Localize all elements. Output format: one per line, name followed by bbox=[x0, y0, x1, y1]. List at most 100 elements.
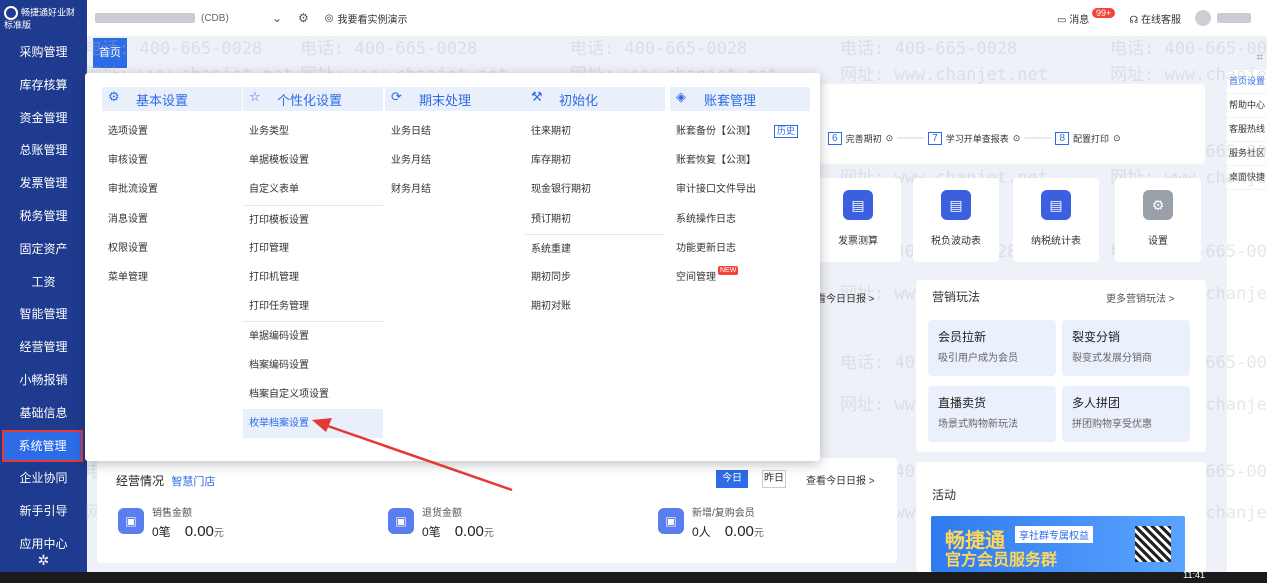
menu-item[interactable]: 财务月结 bbox=[385, 175, 525, 204]
tax-stats-icon: ▤ bbox=[1041, 190, 1071, 220]
marketing-card[interactable]: 会员拉新 吸引用户成为会员 bbox=[928, 320, 1056, 376]
menu-item[interactable]: 空间管理NEW bbox=[670, 263, 810, 292]
menu-item[interactable]: 权限设置 bbox=[102, 234, 242, 263]
metric-value: 0笔 0.00元 bbox=[152, 523, 224, 540]
expand-icon[interactable]: ⌗ bbox=[1256, 50, 1263, 65]
menu-item[interactable]: 现金银行期初 bbox=[525, 175, 665, 204]
sidebar-item[interactable]: 发票管理 bbox=[0, 167, 87, 200]
menu-item[interactable]: 审计接口文件导出 bbox=[670, 175, 810, 204]
demo-link[interactable]: ◎ 我要看实例演示 bbox=[325, 11, 408, 26]
os-taskbar: 11:41 bbox=[0, 570, 1267, 583]
chevron-down-icon[interactable]: ⌄ bbox=[272, 11, 282, 25]
step-label[interactable]: 完善期初 bbox=[846, 132, 882, 145]
smart-store-link[interactable]: 智慧门店 bbox=[171, 476, 215, 488]
sidebar-item[interactable]: 企业协同 bbox=[0, 462, 87, 495]
marketing-card[interactable]: 裂变分销 裂变式发展分销商 bbox=[1062, 320, 1190, 376]
today-button[interactable]: 今日 bbox=[716, 470, 748, 488]
yesterday-button[interactable]: 昨日 bbox=[762, 470, 786, 488]
menu-item[interactable]: 档案编码设置 bbox=[243, 351, 383, 380]
step-label[interactable]: 配置打印 bbox=[1073, 132, 1109, 145]
sidebar-item[interactable]: 工资 bbox=[0, 266, 87, 299]
menu-item[interactable]: 自定义表单 bbox=[243, 175, 383, 204]
business-daily-report-link[interactable]: 查看今日日报 > bbox=[806, 472, 875, 487]
activity-banner[interactable]: 畅捷通 享社群专属权益 官方会员服务群 bbox=[931, 516, 1185, 572]
sidebar-item[interactable]: 新手引导 bbox=[0, 495, 87, 528]
user-name-redacted bbox=[1217, 13, 1251, 23]
sidebar-item[interactable]: 库存核算 bbox=[0, 69, 87, 102]
menu-item[interactable]: 枚举档案设置 bbox=[243, 408, 383, 439]
sidebar-item[interactable]: 总账管理 bbox=[0, 134, 87, 167]
menu-item[interactable]: 库存期初 bbox=[525, 146, 665, 175]
step-arrow-icon: ⊙ bbox=[1113, 133, 1121, 143]
marketing-card[interactable]: 直播卖货 场景式购物新玩法 bbox=[928, 386, 1056, 442]
menu-item[interactable]: 消息设置 bbox=[102, 205, 242, 234]
new-badge: NEW bbox=[718, 265, 739, 275]
help-item[interactable]: 首页设置 bbox=[1227, 70, 1267, 94]
menu-item[interactable]: 打印管理 bbox=[243, 234, 383, 263]
menu-item[interactable]: 审核设置 bbox=[102, 146, 242, 175]
app-logo: 畅捷通好业财 标准版 bbox=[4, 6, 76, 30]
menu-item[interactable]: 业务月结 bbox=[385, 146, 525, 175]
setup-steps: 6 完善期初 ⊙ ┈┈┈┈┈ 7 学习开单查报表 ⊙ ┈┈┈┈┈ 8 配置打印 ⊙ bbox=[828, 132, 1121, 145]
gear-icon[interactable]: ⚙ bbox=[298, 11, 309, 25]
menu-item[interactable]: 打印任务管理 bbox=[243, 292, 383, 321]
menu-item-label: 权限设置 bbox=[108, 242, 148, 254]
menu-item[interactable]: 功能更新日志 bbox=[670, 234, 810, 263]
menu-item[interactable]: 账套恢复【公测】 bbox=[670, 146, 810, 175]
menu-item[interactable]: 系统操作日志 bbox=[670, 205, 810, 234]
menu-item[interactable]: 业务类型 bbox=[243, 117, 383, 146]
user-menu[interactable] bbox=[1195, 10, 1251, 26]
help-item[interactable]: 服务社区 bbox=[1227, 142, 1267, 166]
menu-item-label: 打印管理 bbox=[249, 242, 289, 254]
history-button[interactable]: 历史 bbox=[774, 124, 799, 138]
tool-tax-stats[interactable]: ▤ 纳税统计表 bbox=[1013, 178, 1099, 262]
menu-item[interactable]: 账套备份【公测】 历史 bbox=[670, 117, 810, 146]
marketing-more-link[interactable]: 更多营销玩法 > bbox=[1106, 290, 1175, 305]
sidebar-item[interactable]: 资金管理 bbox=[0, 102, 87, 135]
daily-report-link[interactable]: 看今日日报 > bbox=[816, 290, 875, 305]
menu-item[interactable]: 期初对账 bbox=[525, 292, 665, 321]
help-item[interactable]: 帮助中心 bbox=[1227, 94, 1267, 118]
online-service-button[interactable]: ☊ 在线客服 bbox=[1129, 11, 1181, 26]
step-label[interactable]: 学习开单查报表 bbox=[946, 132, 1009, 145]
sidebar-settings-icon[interactable]: ✲ bbox=[0, 552, 87, 569]
sidebar-item[interactable]: 智能管理 bbox=[0, 298, 87, 331]
menu-item-label: 档案编码设置 bbox=[249, 359, 309, 371]
menu-item[interactable]: 业务日结 bbox=[385, 117, 525, 146]
sidebar-item[interactable]: 采购管理 bbox=[0, 36, 87, 69]
help-item[interactable]: 桌面快捷 bbox=[1227, 166, 1267, 190]
avatar bbox=[1195, 10, 1211, 26]
menu-item[interactable]: 单据模板设置 bbox=[243, 146, 383, 175]
tool-invoice-calc[interactable]: ▤ 发票测算 bbox=[815, 178, 901, 262]
sidebar-item[interactable]: 固定资产 bbox=[0, 233, 87, 266]
sidebar-item[interactable]: 小畅报销 bbox=[0, 364, 87, 397]
tool-tax-chart[interactable]: ▤ 税负波动表 bbox=[913, 178, 999, 262]
menu-column-header: ◈ 账套管理 bbox=[670, 87, 810, 111]
sidebar-item[interactable]: 系统管理 bbox=[2, 429, 83, 463]
sidebar-item[interactable]: 经营管理 bbox=[0, 331, 87, 364]
company-selector[interactable]: (CDB) ⌄ bbox=[95, 11, 290, 25]
menu-item[interactable]: 单据编码设置 bbox=[243, 321, 383, 350]
menu-item[interactable]: 系统重建 bbox=[525, 233, 665, 263]
clock: 11:41 bbox=[1183, 570, 1205, 580]
menu-item[interactable]: 打印模板设置 bbox=[243, 204, 383, 234]
menu-item[interactable]: 预订期初 bbox=[525, 205, 665, 234]
menu-item[interactable]: 档案自定义项设置 bbox=[243, 380, 383, 409]
menu-column-title: 账套管理 bbox=[704, 92, 757, 108]
sidebar-item[interactable]: 基础信息 bbox=[0, 397, 87, 430]
menu-item[interactable]: 选项设置 bbox=[102, 117, 242, 146]
messages-button[interactable]: ▭ 消息 99+ bbox=[1057, 7, 1116, 26]
tool-label: 税负波动表 bbox=[931, 236, 981, 247]
sidebar-item[interactable]: 税务管理 bbox=[0, 200, 87, 233]
init-icon: ⚒ bbox=[531, 89, 543, 104]
menu-item[interactable]: 菜单管理 bbox=[102, 263, 242, 292]
menu-item[interactable]: 审批流设置 bbox=[102, 175, 242, 204]
marketing-card[interactable]: 多人拼团 拼团购物享受优惠 bbox=[1062, 386, 1190, 442]
tool-settings[interactable]: ⚙ 设置 bbox=[1115, 178, 1201, 262]
tab-home[interactable]: 首页 bbox=[93, 38, 127, 68]
menu-item[interactable]: 期初同步 bbox=[525, 263, 665, 292]
menu-column-items: 业务日结 业务月结 财务月结 bbox=[385, 117, 525, 205]
menu-item[interactable]: 打印机管理 bbox=[243, 263, 383, 292]
help-item[interactable]: 客服热线 bbox=[1227, 118, 1267, 142]
menu-item[interactable]: 往来期初 bbox=[525, 117, 665, 146]
